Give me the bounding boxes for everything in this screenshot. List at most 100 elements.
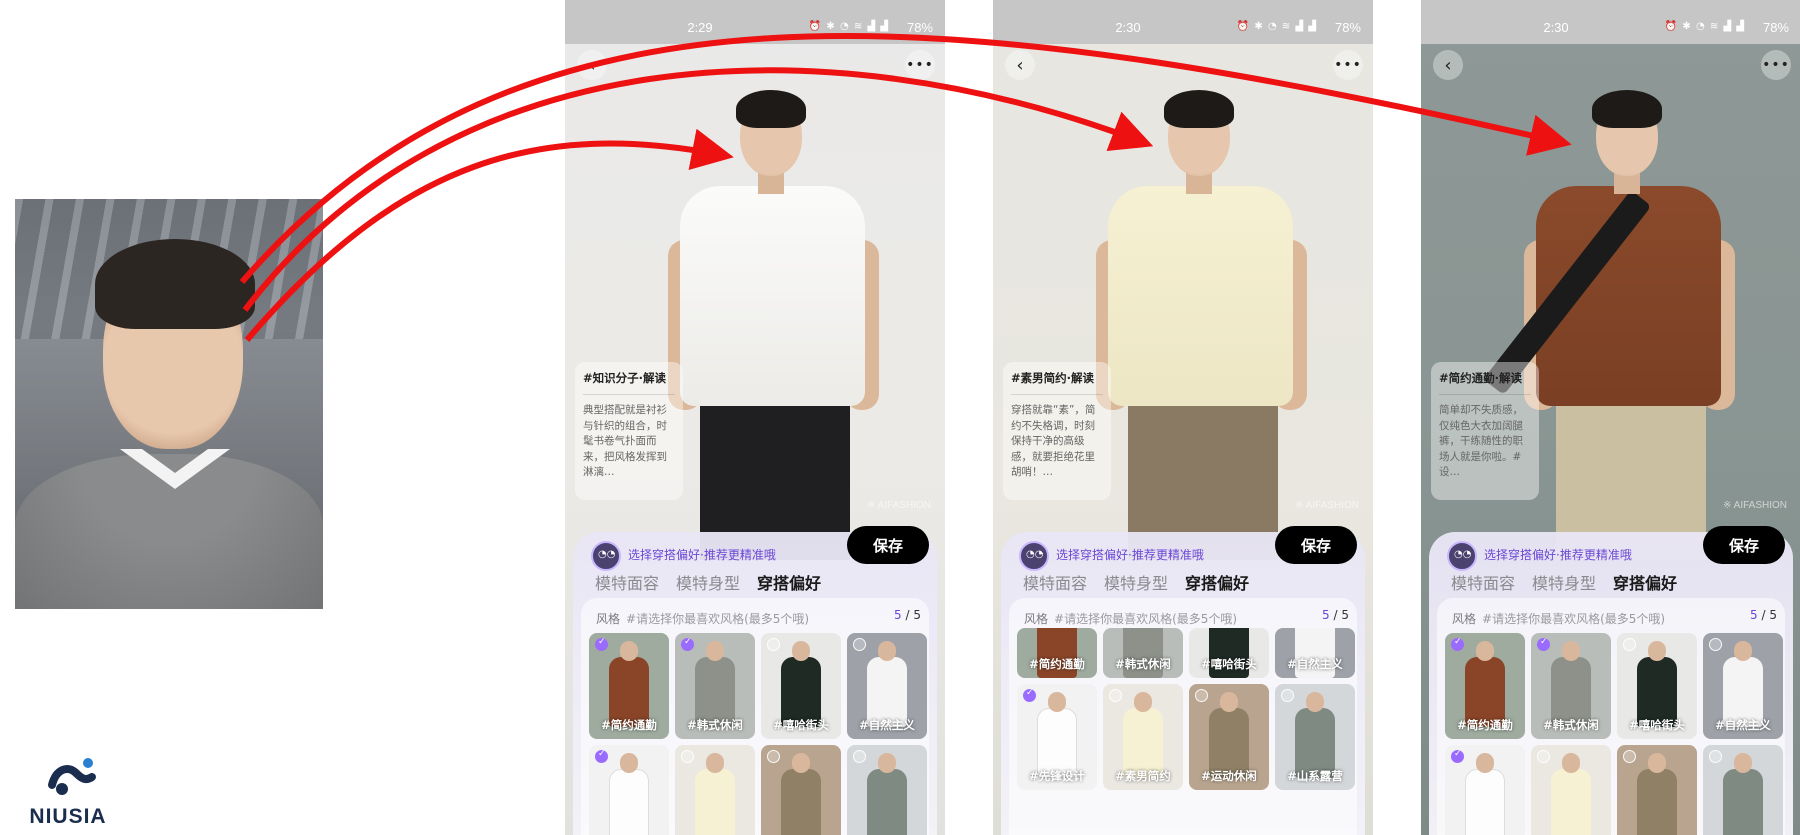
tile-outfit xyxy=(867,769,907,835)
checkbox-icon[interactable] xyxy=(681,750,694,763)
style-tile-label: #韩式休闲 xyxy=(1115,657,1171,671)
checkbox-checked-icon[interactable] xyxy=(681,637,694,651)
back-button[interactable]: ‹ xyxy=(1005,50,1035,80)
save-button[interactable]: 保存 xyxy=(847,526,929,564)
interpretation-tag: #素男简约·解读 xyxy=(1011,371,1095,385)
status-icons: ⏰ ✱ ◔ ≋ ▟ ▟ xyxy=(1236,21,1317,32)
interpretation-card[interactable]: #简约通勤·解读 简单却不失质感，仅纯色大衣加阔腿裤，干练随性的职场人就是你啦。… xyxy=(1431,362,1539,500)
tile-outfit xyxy=(609,769,649,835)
style-tile[interactable] xyxy=(1617,745,1697,835)
interpretation-text: 穿搭就靠“素”，简约不失格调，时刻保持干净的高级感，就要拒绝花里胡哨！… xyxy=(1011,404,1096,478)
tab-outfit-preference[interactable]: 穿搭偏好 xyxy=(1613,570,1677,594)
style-tile-label: #嘻哈街头 xyxy=(773,718,829,732)
checkbox-checked-icon[interactable] xyxy=(1451,637,1464,651)
style-tile[interactable]: #简约通勤 xyxy=(1017,628,1097,678)
tile-outfit xyxy=(1637,769,1677,835)
style-tile[interactable]: #自然主义 xyxy=(1275,628,1355,678)
checkbox-icon[interactable] xyxy=(1195,689,1208,702)
style-tile[interactable]: #运动休闲 xyxy=(1189,684,1269,790)
checkbox-checked-icon[interactable] xyxy=(1023,688,1036,702)
save-button[interactable]: 保存 xyxy=(1703,526,1785,564)
style-tile[interactable]: #韩式休闲 xyxy=(1531,633,1611,739)
checkbox-icon[interactable] xyxy=(767,750,780,763)
checkbox-icon[interactable] xyxy=(767,638,780,651)
style-tile[interactable] xyxy=(589,745,669,835)
model-figure xyxy=(660,90,890,560)
checkbox-icon[interactable] xyxy=(1537,750,1550,763)
status-bar: 2:29 ⏰ ✱ ◔ ≋ ▟ ▟ 78% xyxy=(565,0,945,44)
style-tile[interactable] xyxy=(1531,745,1611,835)
style-tile-label: #自然主义 xyxy=(859,718,915,732)
style-tile[interactable]: #嘻哈街头 xyxy=(761,633,841,739)
checkbox-icon[interactable] xyxy=(853,750,866,763)
status-time: 2:30 xyxy=(1115,20,1141,35)
selection-count: 5 / 5 xyxy=(1322,608,1349,622)
more-button[interactable]: ••• xyxy=(905,50,935,80)
tab-model-face[interactable]: 模特面容 xyxy=(595,570,659,594)
interpretation-card[interactable]: #素男简约·解读 穿搭就靠“素”，简约不失格调，时刻保持干净的高级感，就要拒绝花… xyxy=(1003,362,1111,500)
checkbox-checked-icon[interactable] xyxy=(1451,749,1464,763)
style-grid: #简约通勤 #韩式休闲 #嘻哈街头 #自然主义 #先锋设计 #素男简约 #运动休… xyxy=(1017,628,1357,790)
max-count: / 5 xyxy=(905,608,922,622)
more-button[interactable]: ••• xyxy=(1761,50,1791,80)
style-tile[interactable] xyxy=(1703,745,1783,835)
tab-bar: 模特面容 模特身型 穿搭偏好 xyxy=(1023,570,1249,594)
more-button[interactable]: ••• xyxy=(1333,50,1363,80)
style-tile[interactable]: #韩式休闲 xyxy=(1103,628,1183,678)
style-tile[interactable]: #自然主义 xyxy=(847,633,927,739)
tab-outfit-preference[interactable]: 穿搭偏好 xyxy=(757,570,821,594)
style-tile[interactable]: #素男简约 xyxy=(1103,684,1183,790)
checkbox-checked-icon[interactable] xyxy=(595,637,608,651)
style-tile[interactable] xyxy=(1445,745,1525,835)
style-tile-label: #韩式休闲 xyxy=(1543,718,1599,732)
style-tile[interactable]: #嘻哈街头 xyxy=(1189,628,1269,678)
style-hint: #请选择你最喜欢风格(最多5个哦) xyxy=(1482,612,1666,626)
tab-model-body[interactable]: 模特身型 xyxy=(1532,570,1596,594)
back-button[interactable]: ‹ xyxy=(577,50,607,80)
back-button[interactable]: ‹ xyxy=(1433,50,1463,80)
tab-model-face[interactable]: 模特面容 xyxy=(1451,570,1515,594)
style-tile-label: #素男简约 xyxy=(1115,769,1171,783)
checkbox-icon[interactable] xyxy=(1281,689,1294,702)
style-tile-label: #运动休闲 xyxy=(1201,769,1257,783)
selected-count: 5 xyxy=(894,608,902,622)
style-tile[interactable]: #简约通勤 xyxy=(589,633,669,739)
tab-model-face[interactable]: 模特面容 xyxy=(1023,570,1087,594)
style-tile-label: #简约通勤 xyxy=(601,718,657,732)
style-tile[interactable]: #简约通勤 xyxy=(1445,633,1525,739)
battery-level: 78% xyxy=(1334,20,1361,35)
more-dots-icon: ••• xyxy=(1334,57,1362,73)
source-photo xyxy=(15,199,323,609)
tab-model-body[interactable]: 模特身型 xyxy=(676,570,740,594)
checkbox-checked-icon[interactable] xyxy=(595,749,608,763)
tab-bar: 模特面容 模特身型 穿搭偏好 xyxy=(595,570,821,594)
interpretation-card[interactable]: #知识分子·解读 典型搭配就是衬衫与针织的组合，时髦书卷气扑面而来，把风格发挥到… xyxy=(575,362,683,500)
checkbox-icon[interactable] xyxy=(1109,689,1122,702)
chevron-left-icon: ‹ xyxy=(588,54,596,76)
style-tile[interactable]: #自然主义 xyxy=(1703,633,1783,739)
save-button[interactable]: 保存 xyxy=(1275,526,1357,564)
style-tile[interactable] xyxy=(675,745,755,835)
tab-model-body[interactable]: 模特身型 xyxy=(1104,570,1168,594)
checkbox-checked-icon[interactable] xyxy=(1537,637,1550,651)
style-tile[interactable] xyxy=(847,745,927,835)
checkbox-icon[interactable] xyxy=(1709,750,1722,763)
style-tile[interactable]: #嘻哈街头 xyxy=(1617,633,1697,739)
divider xyxy=(1011,394,1103,395)
checkbox-icon[interactable] xyxy=(1623,750,1636,763)
phone-screen-2: 2:30 ⏰ ✱ ◔ ≋ ▟ ▟ 78% ‹ ••• #素男简约·解读 穿搭就靠… xyxy=(993,0,1373,835)
style-tile[interactable] xyxy=(761,745,841,835)
style-tile-label: #山系露营 xyxy=(1287,769,1343,783)
model-hair xyxy=(1592,90,1662,128)
status-icons: ⏰ ✱ ◔ ≋ ▟ ▟ xyxy=(808,21,889,32)
style-tile[interactable]: #先锋设计 xyxy=(1017,684,1097,790)
tab-outfit-preference[interactable]: 穿搭偏好 xyxy=(1185,570,1249,594)
checkbox-icon[interactable] xyxy=(1623,638,1636,651)
style-selector: 风格 #请选择你最喜欢风格(最多5个哦) 5 / 5 #简约通勤 #韩式休闲 #嘻… xyxy=(581,598,929,835)
model-figure xyxy=(1483,90,1746,560)
style-tile[interactable]: #韩式休闲 xyxy=(675,633,755,739)
status-time: 2:29 xyxy=(687,20,713,35)
style-tile[interactable]: #山系露营 xyxy=(1275,684,1355,790)
checkbox-icon[interactable] xyxy=(1709,638,1722,651)
checkbox-icon[interactable] xyxy=(853,638,866,651)
